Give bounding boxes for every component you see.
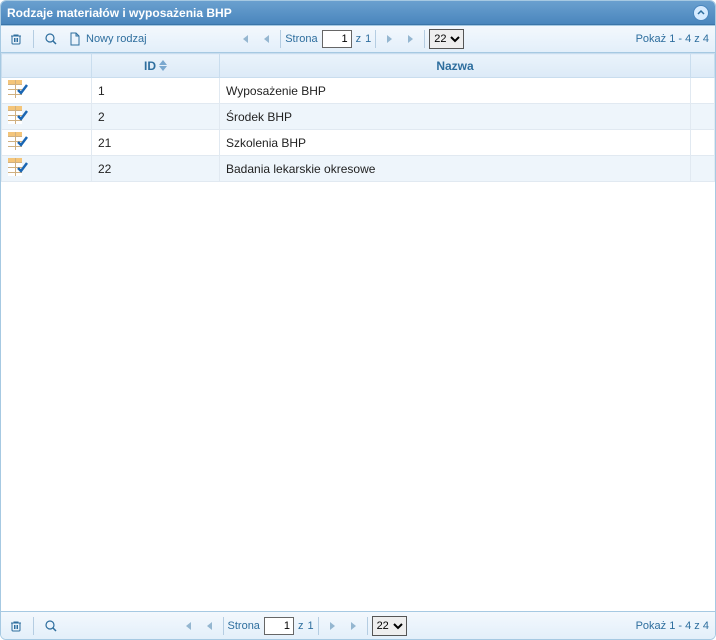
next-page-icon[interactable] — [380, 30, 398, 48]
row-id-cell: 22 — [92, 156, 220, 182]
first-page-icon[interactable] — [236, 30, 254, 48]
pager-center: Strona z 1 22 — [179, 616, 407, 636]
header-name[interactable]: Nazwa — [220, 54, 691, 78]
new-record-label: Nowy rodzaj — [86, 33, 147, 45]
separator — [318, 617, 319, 635]
header-id[interactable]: ID — [92, 54, 220, 78]
row-name-cell: Szkolenia BHP — [220, 130, 691, 156]
select-row-icon[interactable] — [8, 158, 28, 176]
row-spacer-cell — [691, 156, 715, 182]
separator — [223, 617, 224, 635]
row-name-cell: Badania lekarskie okresowe — [220, 156, 691, 182]
select-row-icon[interactable] — [8, 106, 28, 124]
page-total-prefix: z — [298, 620, 304, 632]
panel-header: Rodzaje materiałów i wyposażenia BHP — [1, 1, 715, 25]
last-page-icon[interactable] — [345, 617, 363, 635]
row-name-cell: Środek BHP — [220, 104, 691, 130]
pager-bottom: Strona z 1 22 Pokaż 1 - 4 z 4 — [1, 611, 715, 639]
row-spacer-cell — [691, 78, 715, 104]
row-spacer-cell — [691, 130, 715, 156]
delete-icon[interactable] — [7, 30, 25, 48]
pager-center: Strona z 1 22 — [236, 29, 464, 49]
header-name-label: Nazwa — [436, 59, 473, 73]
row-id-cell: 1 — [92, 78, 220, 104]
separator — [33, 617, 34, 635]
panel-title: Rodzaje materiałów i wyposażenia BHP — [7, 6, 232, 20]
delete-icon[interactable] — [7, 617, 25, 635]
rowcount-select[interactable]: 22 — [372, 616, 407, 636]
separator — [367, 617, 368, 635]
header-row: ID Nazwa — [2, 54, 715, 78]
pager-left-tools — [7, 617, 60, 635]
page-prefix-label: Strona — [228, 620, 260, 632]
row-spacer-cell — [691, 104, 715, 130]
prev-page-icon[interactable] — [258, 30, 276, 48]
grid-wrap: ID Nazwa 1Wyposażenie BHP2Środek BHP21 — [1, 53, 715, 611]
row-id-cell: 2 — [92, 104, 220, 130]
header-action — [2, 54, 92, 78]
table-row[interactable]: 2Środek BHP — [2, 104, 715, 130]
collapse-icon[interactable] — [693, 5, 709, 21]
first-page-icon[interactable] — [179, 617, 197, 635]
table-row[interactable]: 21Szkolenia BHP — [2, 130, 715, 156]
pager-info: Pokaż 1 - 4 z 4 — [636, 620, 709, 632]
separator — [424, 30, 425, 48]
rowcount-select[interactable]: 22 — [429, 29, 464, 49]
row-action-cell — [2, 104, 92, 130]
page-total-prefix: z — [356, 33, 362, 45]
page-input[interactable] — [264, 617, 294, 635]
header-id-label: ID — [144, 59, 156, 73]
pager-left-tools: Nowy rodzaj — [7, 30, 147, 48]
search-icon[interactable] — [42, 30, 60, 48]
separator — [280, 30, 281, 48]
page-total: 1 — [307, 620, 313, 632]
row-id-cell: 21 — [92, 130, 220, 156]
separator — [33, 30, 34, 48]
row-action-cell — [2, 130, 92, 156]
pager-top: Nowy rodzaj Strona z 1 22 — [1, 25, 715, 53]
panel: Rodzaje materiałów i wyposażenia BHP — [0, 0, 716, 640]
page-prefix-label: Strona — [285, 33, 317, 45]
search-icon[interactable] — [42, 617, 60, 635]
row-action-cell — [2, 156, 92, 182]
page-input[interactable] — [322, 30, 352, 48]
table-row[interactable]: 1Wyposażenie BHP — [2, 78, 715, 104]
pager-info: Pokaż 1 - 4 z 4 — [636, 33, 709, 45]
row-action-cell — [2, 78, 92, 104]
last-page-icon[interactable] — [402, 30, 420, 48]
page-total: 1 — [365, 33, 371, 45]
separator — [375, 30, 376, 48]
sort-indicator-icon — [159, 60, 167, 71]
row-name-cell: Wyposażenie BHP — [220, 78, 691, 104]
next-page-icon[interactable] — [323, 617, 341, 635]
select-row-icon[interactable] — [8, 132, 28, 150]
data-grid: ID Nazwa 1Wyposażenie BHP2Środek BHP21 — [1, 53, 715, 182]
prev-page-icon[interactable] — [201, 617, 219, 635]
select-row-icon[interactable] — [8, 80, 28, 98]
header-spacer — [691, 54, 715, 78]
table-row[interactable]: 22Badania lekarskie okresowe — [2, 156, 715, 182]
new-record-button[interactable]: Nowy rodzaj — [68, 32, 147, 46]
